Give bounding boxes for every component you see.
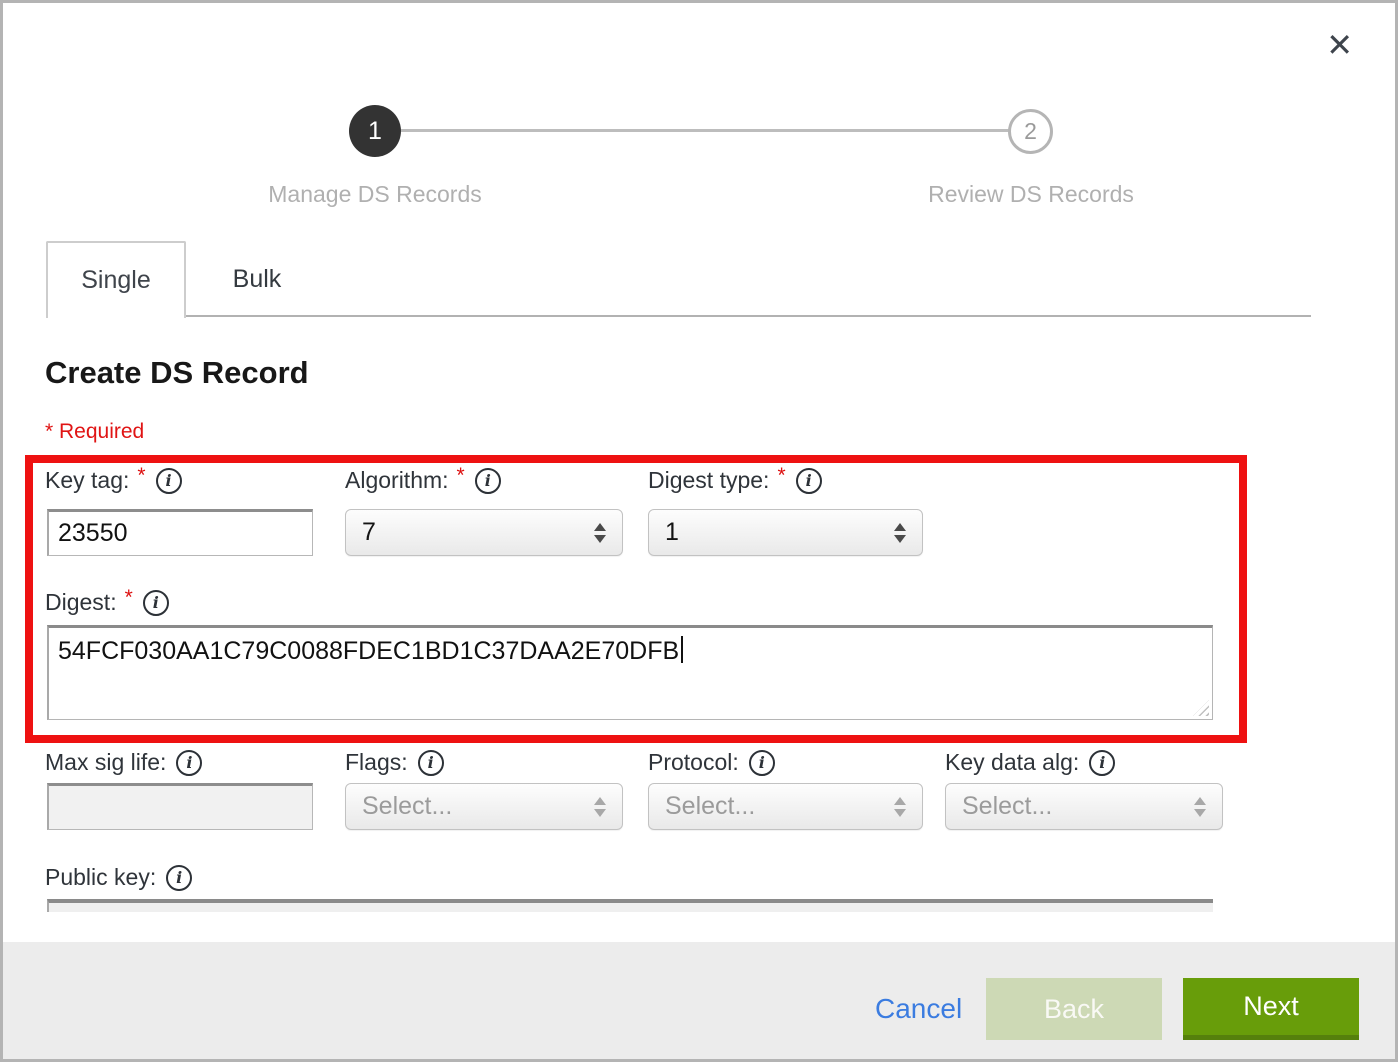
digest-textarea[interactable]: 54FCF030AA1C79C0088FDEC1BD1C37DAA2E70DFB (47, 625, 1213, 720)
required-asterisk: * (457, 464, 465, 488)
digest-value: 54FCF030AA1C79C0088FDEC1BD1C37DAA2E70DFB (58, 637, 679, 665)
info-icon[interactable]: i (1089, 750, 1115, 776)
required-asterisk: * (137, 464, 145, 488)
info-icon[interactable]: i (418, 750, 444, 776)
info-icon[interactable]: i (166, 865, 192, 891)
create-ds-record-dialog: ✕ 1 2 Manage DS Records Review DS Record… (0, 0, 1398, 1062)
key-tag-value: 23550 (58, 519, 128, 548)
public-key-textarea[interactable] (47, 899, 1213, 912)
step-2-circle: 2 (1008, 109, 1053, 154)
page-title: Create DS Record (45, 355, 309, 391)
tab-single[interactable]: Single (46, 241, 186, 318)
flags-value: Select... (362, 792, 452, 821)
select-arrows-icon (894, 797, 906, 817)
key-data-alg-label: Key data alg: (945, 749, 1079, 776)
info-icon[interactable]: i (143, 590, 169, 616)
required-asterisk: * (125, 586, 133, 610)
flags-label-row: Flags: i (345, 749, 444, 776)
select-arrows-icon (594, 797, 606, 817)
select-arrows-icon (594, 523, 606, 543)
digest-label-row: Digest: * i (45, 589, 169, 616)
next-button[interactable]: Next (1183, 978, 1359, 1040)
required-asterisk: * (777, 464, 785, 488)
stepper-connector-line (401, 129, 1009, 132)
public-key-label: Public key: (45, 864, 156, 891)
text-cursor (681, 636, 683, 663)
key-tag-label: Key tag: (45, 467, 129, 494)
close-icon[interactable]: ✕ (1326, 29, 1353, 61)
info-icon[interactable]: i (156, 468, 182, 494)
select-arrows-icon (894, 523, 906, 543)
protocol-value: Select... (665, 792, 755, 821)
footer-bar: Cancel Back Next (3, 942, 1395, 1062)
key-tag-input[interactable]: 23550 (47, 509, 313, 556)
algorithm-label: Algorithm: (345, 467, 449, 494)
protocol-select[interactable]: Select... (648, 783, 923, 830)
max-sig-life-input[interactable] (47, 783, 313, 830)
digest-type-label: Digest type: (648, 467, 769, 494)
flags-select[interactable]: Select... (345, 783, 623, 830)
cancel-button[interactable]: Cancel (875, 993, 962, 1025)
info-icon[interactable]: i (176, 750, 202, 776)
key-data-alg-label-row: Key data alg: i (945, 749, 1115, 776)
info-icon[interactable]: i (749, 750, 775, 776)
tab-underline (46, 315, 1311, 317)
key-data-alg-select[interactable]: Select... (945, 783, 1223, 830)
digest-label: Digest: (45, 589, 117, 616)
protocol-label-row: Protocol: i (648, 749, 775, 776)
select-arrows-icon (1194, 797, 1206, 817)
tab-bulk[interactable]: Bulk (186, 241, 328, 318)
info-icon[interactable]: i (475, 468, 501, 494)
required-note: * Required (45, 420, 144, 444)
flags-label: Flags: (345, 749, 408, 776)
step-2-label: Review DS Records (928, 181, 1134, 208)
algorithm-select[interactable]: 7 (345, 509, 623, 556)
back-button[interactable]: Back (986, 978, 1162, 1040)
key-data-alg-value: Select... (962, 792, 1052, 821)
public-key-label-row: Public key: i (45, 864, 192, 891)
key-tag-label-row: Key tag: * i (45, 467, 182, 494)
step-1-label: Manage DS Records (268, 181, 482, 208)
resize-grip-icon[interactable] (1193, 700, 1209, 716)
info-icon[interactable]: i (796, 468, 822, 494)
algorithm-label-row: Algorithm: * i (345, 467, 501, 494)
algorithm-value: 7 (362, 518, 376, 547)
step-1-circle: 1 (349, 105, 401, 157)
digest-type-value: 1 (665, 518, 679, 547)
digest-type-label-row: Digest type: * i (648, 467, 822, 494)
protocol-label: Protocol: (648, 749, 739, 776)
max-sig-life-label-row: Max sig life: i (45, 749, 202, 776)
digest-type-select[interactable]: 1 (648, 509, 923, 556)
max-sig-life-label: Max sig life: (45, 749, 166, 776)
